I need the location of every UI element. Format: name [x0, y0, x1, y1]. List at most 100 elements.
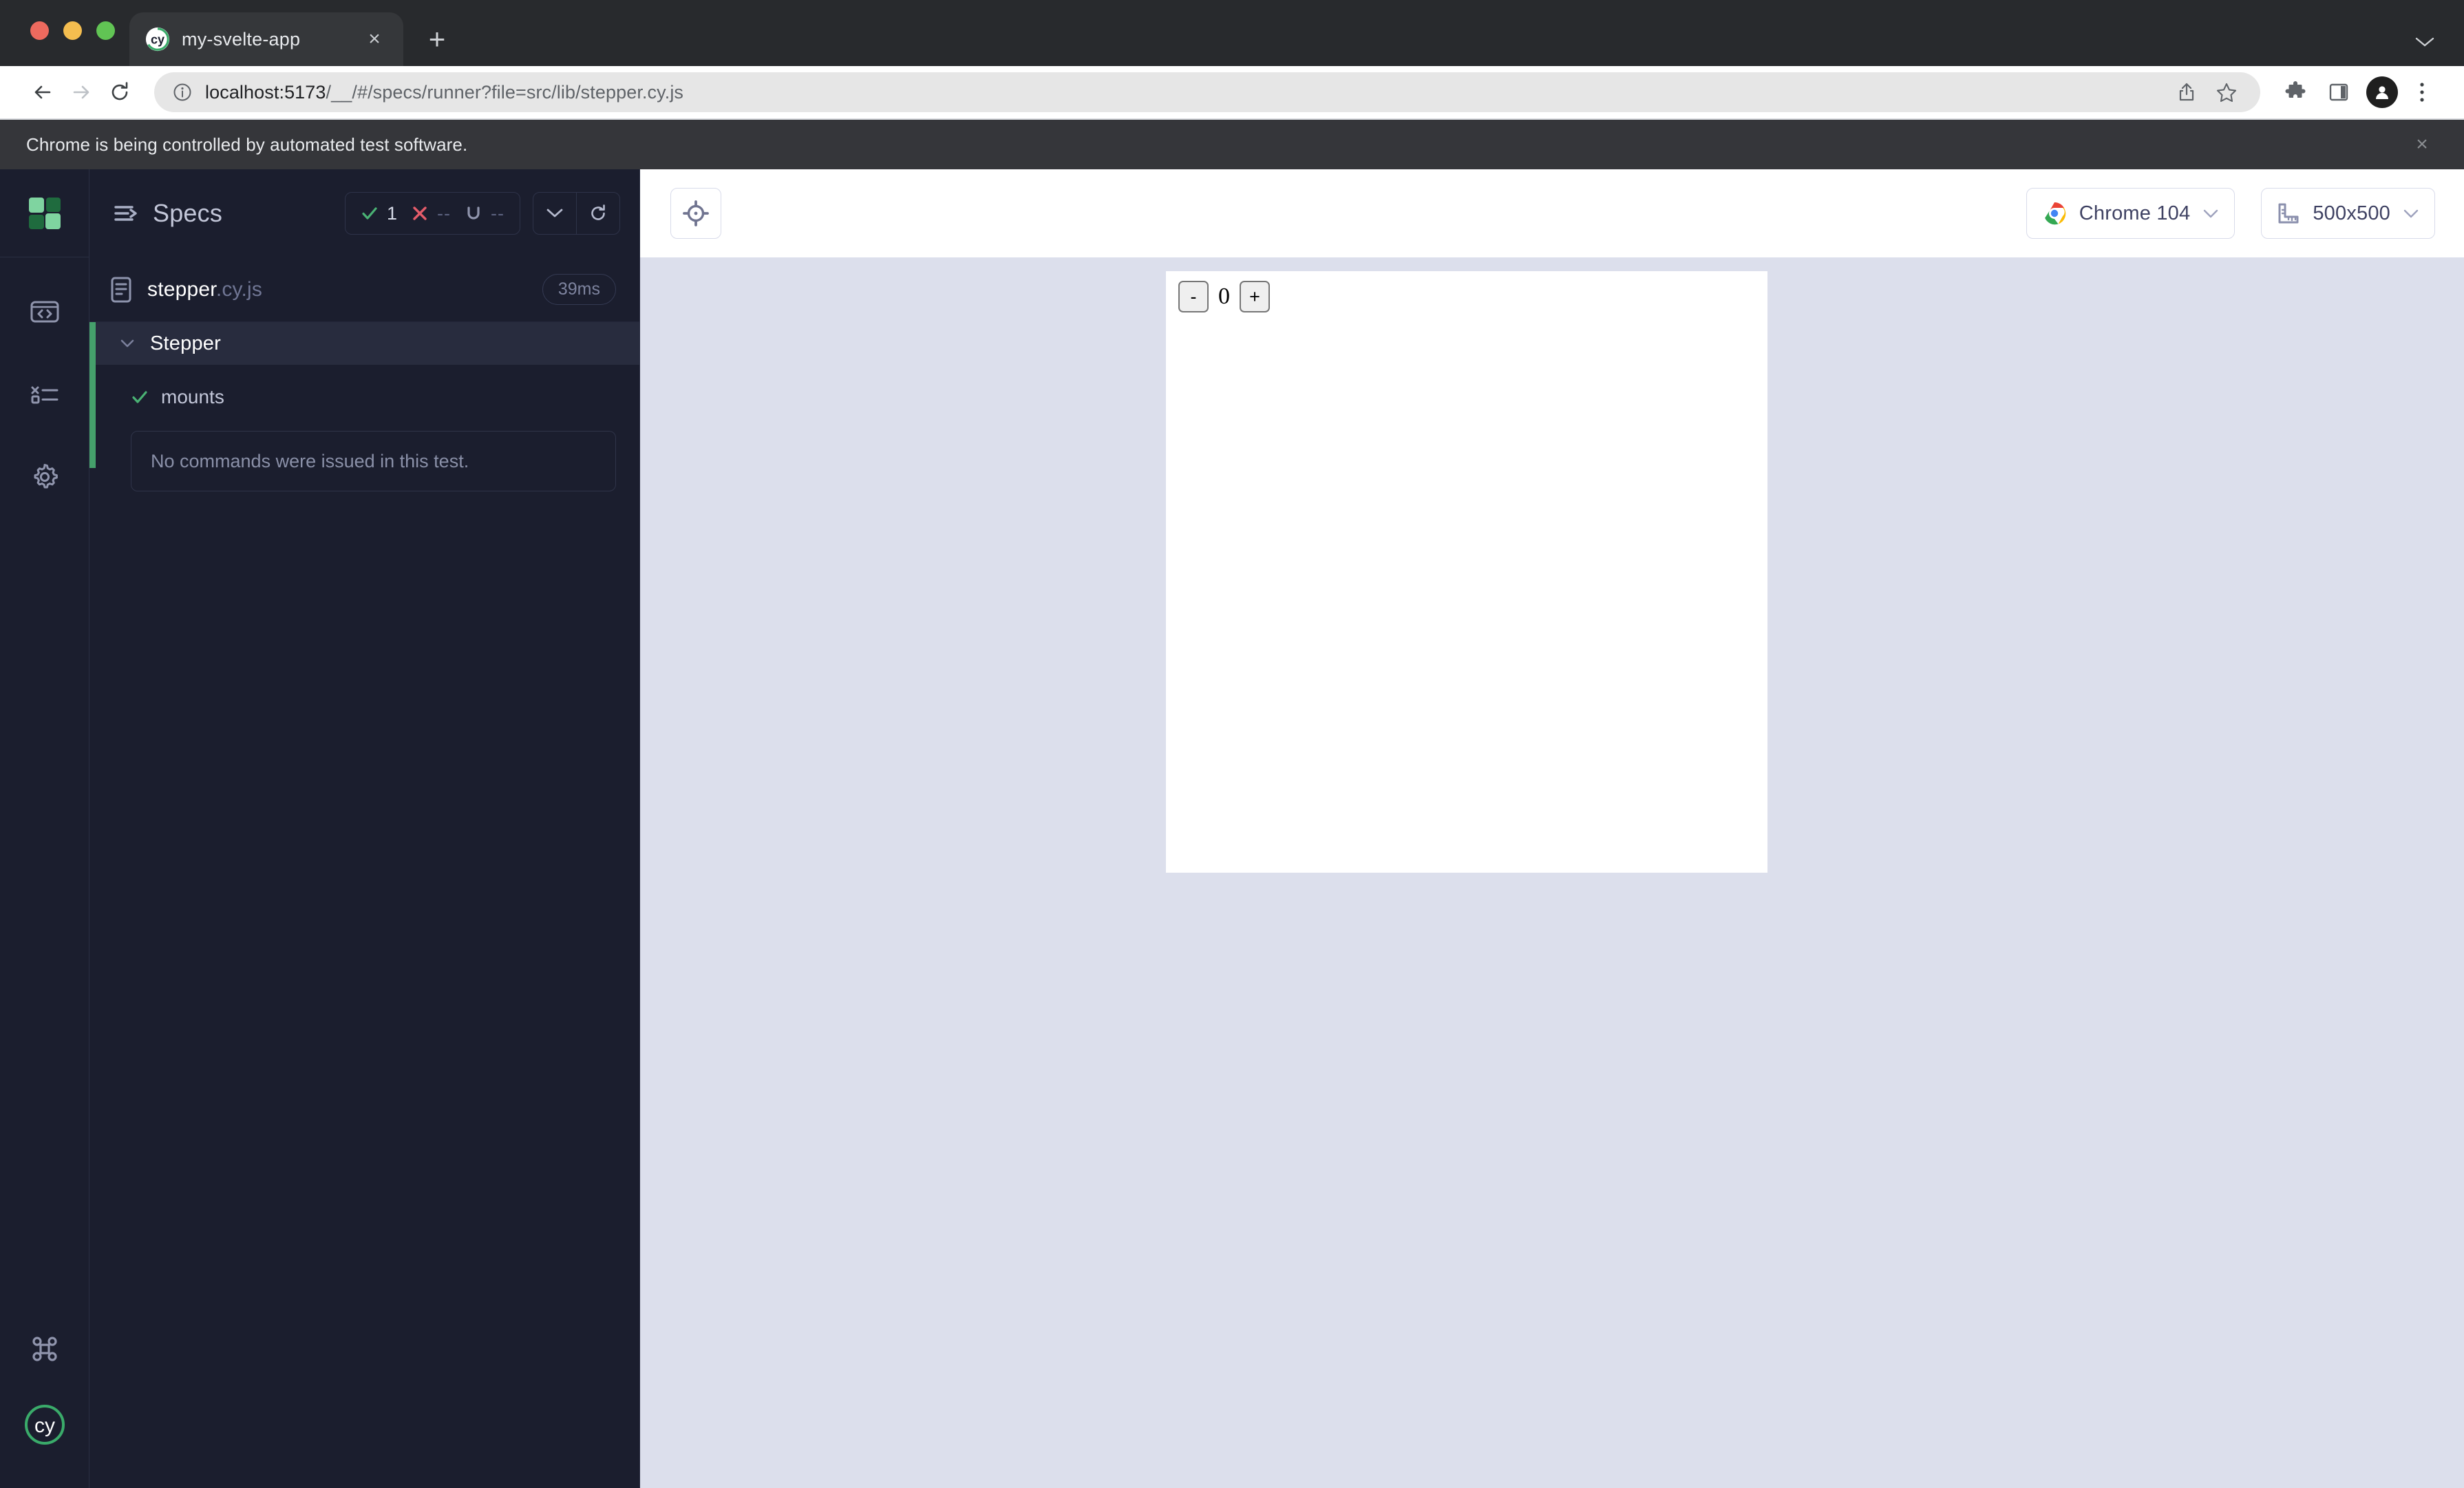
side-panel-icon[interactable]: [2319, 73, 2358, 111]
spec-base-name: stepper: [147, 277, 216, 301]
extensions-puzzle-icon[interactable]: [2277, 73, 2315, 111]
gear-icon: [34, 464, 58, 489]
specs-header: Specs 1 -- --: [89, 169, 639, 257]
browser-tab[interactable]: cy my-svelte-app ×: [129, 12, 403, 66]
viewport-selector[interactable]: 500x500: [2261, 188, 2435, 239]
runner-panel: Chrome 104 500x500 - 0 +: [640, 169, 2464, 1488]
url-path: /__/#/specs/runner?file=src/lib/stepper.…: [326, 81, 684, 103]
runs-list-icon: [31, 386, 58, 404]
forward-arrow-icon[interactable]: [62, 73, 100, 111]
toggle-all-button[interactable]: [533, 193, 576, 234]
stat-passed-value: 1: [387, 202, 398, 224]
spec-file-name: stepper.cy.js: [147, 278, 262, 301]
cypress-icon-rail: cy: [0, 169, 89, 1488]
cypress-rail-items: [22, 257, 67, 500]
stat-pending: --: [465, 203, 505, 224]
commands-empty-message: No commands were issued in this test.: [151, 450, 469, 471]
test-suite-row[interactable]: Stepper: [89, 322, 639, 365]
stat-passed: 1: [361, 203, 397, 224]
runner-toolbar-right: Chrome 104 500x500: [2026, 188, 2435, 239]
tab-search-chevron-down-icon[interactable]: [2414, 30, 2435, 54]
cypress-cy-logo-icon: cy: [24, 1405, 65, 1445]
page-title: Specs: [153, 199, 223, 227]
ruler-icon: [2278, 203, 2299, 224]
keyboard-shortcuts-button[interactable]: [22, 1326, 67, 1372]
runner-toolbar: Chrome 104 500x500: [640, 169, 2464, 257]
chevron-down-icon[interactable]: [120, 339, 135, 348]
check-icon: [362, 207, 377, 220]
reporter-controls: [533, 192, 620, 235]
pending-circle-icon: [467, 206, 480, 220]
selector-playground-button[interactable]: [670, 188, 721, 239]
suite-name: Stepper: [150, 332, 221, 354]
star-icon[interactable]: [2211, 76, 2242, 108]
spec-file-row[interactable]: stepper.cy.js 39ms: [89, 257, 639, 322]
application-under-test-frame: - 0 +: [1166, 271, 1767, 873]
x-icon: [413, 206, 427, 220]
stat-failed-value: --: [437, 202, 452, 224]
sidebar-item-runs[interactable]: [22, 372, 67, 417]
share-icon[interactable]: [2171, 76, 2202, 108]
code-window-icon: [30, 301, 59, 323]
component-preview-area: - 0 +: [640, 257, 2464, 1488]
profile-avatar[interactable]: [2366, 76, 2398, 108]
chrome-logo-icon: [2043, 202, 2066, 225]
url-host: localhost:5173: [205, 81, 326, 103]
url-text: localhost:5173/__/#/specs/runner?file=sr…: [205, 82, 683, 103]
maximize-window-button[interactable]: [96, 21, 115, 40]
new-tab-button[interactable]: +: [416, 18, 458, 61]
sidebar-item-specs[interactable]: [22, 289, 67, 334]
decrement-button[interactable]: -: [1178, 281, 1209, 312]
specs-title-group[interactable]: Specs: [114, 199, 222, 228]
three-dot-menu-icon[interactable]: [2403, 74, 2441, 111]
cypress-cy-logo-icon: cy: [145, 27, 170, 52]
increment-button[interactable]: +: [1240, 281, 1270, 312]
chevron-down-icon: [2202, 209, 2219, 219]
test-tree: Stepper mounts No commands were issued i…: [89, 322, 639, 1488]
chevron-down-icon: [546, 209, 563, 217]
test-stats-bar: 1 -- --: [345, 192, 520, 235]
restart-tests-button[interactable]: [577, 193, 619, 234]
stat-pending-value: --: [491, 202, 505, 224]
sidebar-item-settings[interactable]: [22, 454, 67, 500]
close-window-button[interactable]: [30, 21, 49, 40]
automation-infobar: Chrome is being controlled by automated …: [0, 118, 2464, 169]
address-bar[interactable]: localhost:5173/__/#/specs/runner?file=sr…: [154, 72, 2260, 112]
browser-toolbar: localhost:5173/__/#/specs/runner?file=sr…: [0, 66, 2464, 118]
chevron-down-icon: [2403, 209, 2419, 219]
test-name: mounts: [161, 386, 224, 407]
minimize-window-button[interactable]: [63, 21, 82, 40]
browser-selector[interactable]: Chrome 104: [2026, 188, 2235, 239]
selector-playground-crosshair-icon: [683, 200, 709, 226]
stepper-value: 0: [1218, 284, 1230, 309]
svg-text:cy: cy: [34, 1414, 55, 1437]
svg-text:cy: cy: [151, 33, 164, 47]
browser-selector-label: Chrome 104: [2079, 202, 2191, 224]
close-infobar-button[interactable]: ×: [2406, 129, 2438, 160]
automation-infobar-message: Chrome is being controlled by automated …: [26, 134, 468, 155]
project-logo-squares-icon[interactable]: [0, 169, 89, 257]
close-tab-button[interactable]: ×: [361, 25, 388, 53]
specs-reporter-panel: Specs 1 -- -- stepper.cy.js 39ms Stepper…: [89, 169, 640, 1488]
spec-duration-badge: 39ms: [542, 274, 616, 305]
test-row[interactable]: mounts: [89, 377, 639, 417]
back-arrow-icon[interactable]: [23, 73, 62, 111]
stat-failed: --: [411, 203, 451, 224]
window-traffic-lights: [30, 21, 115, 40]
check-icon: [132, 391, 147, 403]
browser-window: cy my-svelte-app × + localhost:5173/__/#…: [0, 0, 2464, 1488]
commands-empty-box: No commands were issued in this test.: [131, 431, 616, 491]
tab-title: my-svelte-app: [182, 28, 301, 50]
site-info-icon[interactable]: [172, 82, 193, 103]
restart-icon: [591, 204, 605, 220]
tab-strip: cy my-svelte-app × +: [0, 0, 2464, 66]
collapse-sidebar-icon[interactable]: [114, 204, 138, 222]
spec-extension: .cy.js: [215, 277, 263, 301]
suite-status-strip: [89, 322, 96, 468]
spec-file-icon: [111, 277, 131, 302]
command-key-icon: [32, 1337, 57, 1361]
cypress-logo-button[interactable]: cy: [23, 1403, 66, 1449]
cypress-rail-bottom: cy: [22, 1326, 67, 1488]
cypress-app: cy Specs 1 -- -- stepper.cy.js 39ms Step…: [0, 169, 2464, 1488]
reload-icon[interactable]: [100, 73, 139, 111]
